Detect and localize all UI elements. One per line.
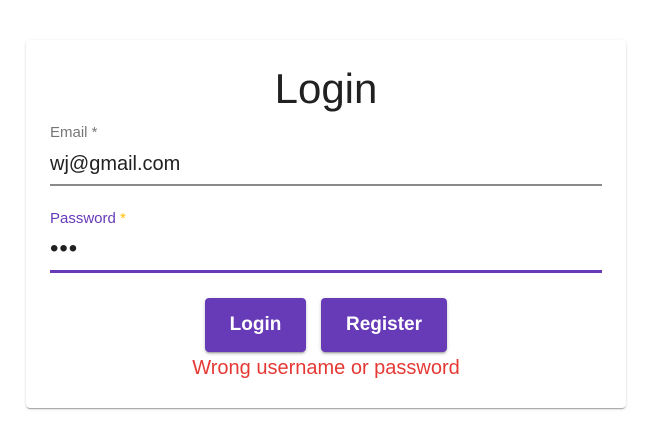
email-label: Email * bbox=[50, 124, 98, 142]
email-underline bbox=[50, 184, 602, 186]
password-field[interactable]: Password * ••• bbox=[50, 210, 602, 273]
password-label-text: Password bbox=[50, 210, 116, 227]
password-input[interactable]: ••• bbox=[50, 236, 602, 262]
login-button[interactable]: Login bbox=[205, 298, 306, 352]
email-input[interactable]: wj@gmail.com bbox=[50, 151, 602, 177]
required-asterisk: * bbox=[115, 210, 126, 227]
email-field[interactable]: Email * wj@gmail.com bbox=[50, 124, 602, 186]
password-underline-focused bbox=[50, 270, 602, 273]
email-label-text: Email bbox=[50, 124, 88, 141]
required-asterisk: * bbox=[87, 124, 98, 141]
register-button[interactable]: Register bbox=[321, 298, 447, 352]
login-card: Login Email * wj@gmail.com Password * ••… bbox=[26, 40, 626, 408]
page-title: Login bbox=[274, 65, 378, 112]
password-label: Password * bbox=[50, 210, 126, 228]
error-message: Wrong username or password bbox=[192, 357, 460, 379]
